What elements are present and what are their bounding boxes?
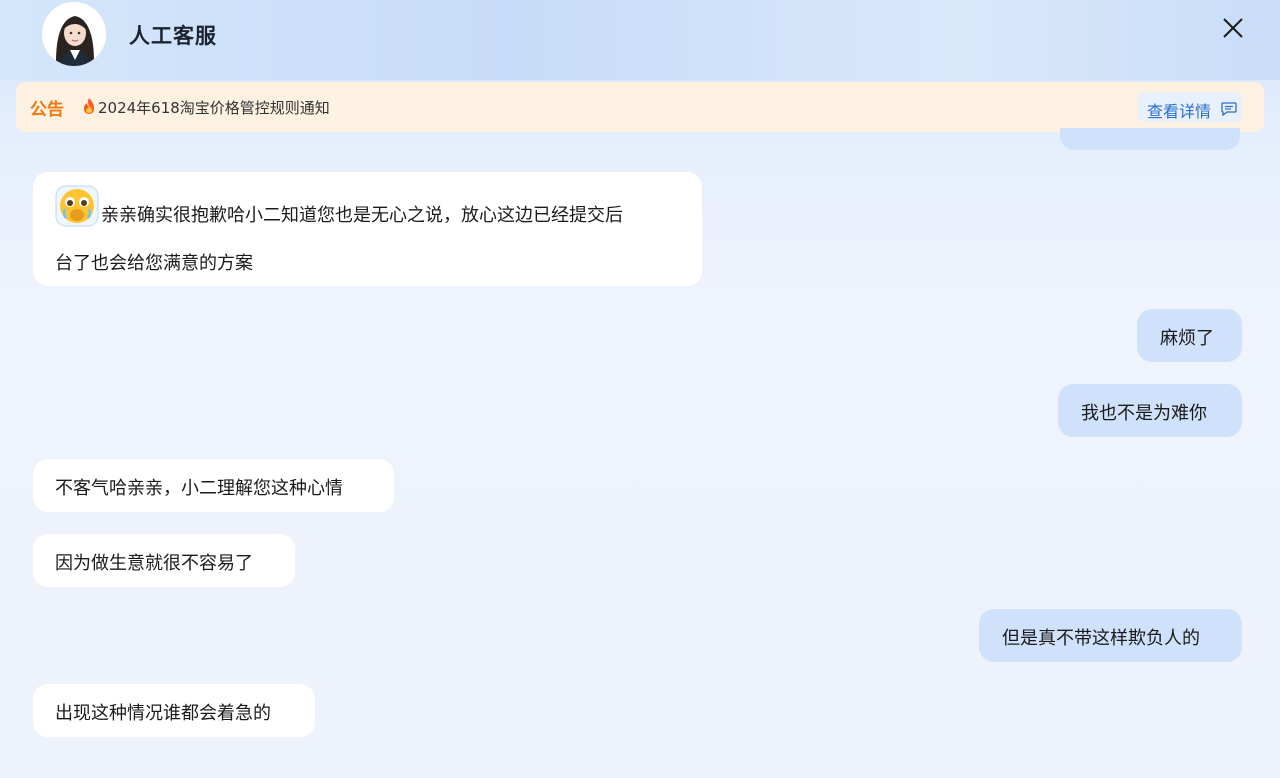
crying-face-emoji xyxy=(55,185,99,227)
chat-bubble-icon xyxy=(1221,101,1237,117)
agent-avatar xyxy=(41,1,107,67)
close-icon[interactable] xyxy=(1219,14,1247,42)
announcement-label: 公告 xyxy=(30,100,64,120)
message-text: 台了也会给您满意的方案 xyxy=(55,253,253,274)
agent-message-bubble: 出现这种情况谁都会着急的 xyxy=(33,684,315,737)
fire-icon xyxy=(82,97,96,115)
announcement-bar: 公告 2024年618淘宝价格管控规则通知 查看详情 xyxy=(16,82,1264,132)
agent-message-bubble: 因为做生意就很不容易了 xyxy=(33,534,295,587)
message-text: 麻烦了 xyxy=(1160,328,1214,349)
user-message-bubble: 麻烦了 xyxy=(1137,309,1242,362)
message-text: 但是真不带这样欺负人的 xyxy=(1002,628,1200,649)
chat-header: 人工客服 xyxy=(0,0,1280,80)
message-text: 我也不是为难你 xyxy=(1081,403,1207,424)
message-text: 出现这种情况谁都会着急的 xyxy=(55,703,271,724)
agent-message-bubble: 不客气哈亲亲，小二理解您这种心情 xyxy=(33,459,394,512)
view-details-button[interactable]: 查看详情 xyxy=(1138,92,1242,122)
message-text: 因为做生意就很不容易了 xyxy=(55,553,253,574)
previous-message-bubble xyxy=(1060,128,1240,150)
page-title: 人工客服 xyxy=(129,24,217,48)
message-text: 亲亲确实很抱歉哈小二知道您也是无心之说，放心这边已经提交后 xyxy=(101,205,623,226)
user-message-bubble: 但是真不带这样欺负人的 xyxy=(979,609,1242,662)
message-text: 不客气哈亲亲，小二理解您这种心情 xyxy=(55,478,343,499)
view-details-label: 查看详情 xyxy=(1147,102,1212,121)
announcement-text[interactable]: 2024年618淘宝价格管控规则通知 xyxy=(98,97,330,118)
user-message-bubble: 我也不是为难你 xyxy=(1058,384,1242,437)
agent-message-bubble: 亲亲确实很抱歉哈小二知道您也是无心之说，放心这边已经提交后 台了也会给您满意的方… xyxy=(33,172,702,286)
